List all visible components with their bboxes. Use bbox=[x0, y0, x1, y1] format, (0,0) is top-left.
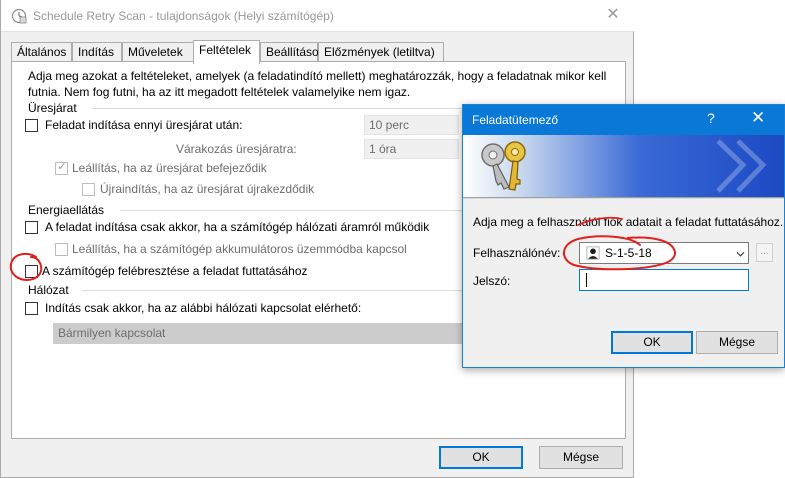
stop-if-not-idle-checkbox: ✓ bbox=[55, 161, 68, 175]
dialog-cancel-button[interactable]: Mégse bbox=[696, 331, 778, 354]
dialog-title-bar: Feladatütemező ? ✕ bbox=[463, 105, 784, 135]
start-if-idle-label: Feladat indítása ennyi üresjárat után: bbox=[45, 118, 243, 132]
wake-to-run-checkbox[interactable] bbox=[25, 265, 38, 278]
ok-button[interactable]: OK bbox=[439, 446, 523, 469]
tab-actions[interactable]: Műveletek bbox=[122, 42, 195, 62]
text-caret bbox=[586, 273, 587, 287]
intro-text-line2: futnia. Nem fog futni, ha az itt megadot… bbox=[28, 85, 411, 99]
checkmark-icon: ✓ bbox=[57, 161, 67, 173]
user-account-icon bbox=[586, 246, 600, 260]
tab-general[interactable]: Általános bbox=[11, 42, 72, 62]
dialog-close-button[interactable]: ✕ bbox=[751, 108, 765, 128]
start-if-network-checkbox[interactable] bbox=[25, 302, 38, 315]
intro-text-line1: Adja meg azokat a feltételeket, amelyek … bbox=[28, 69, 607, 83]
cancel-button[interactable]: Mégse bbox=[539, 446, 623, 469]
title-bar: Schedule Retry Scan - tulajdonságok (Hel… bbox=[1, 0, 635, 32]
dialog-separator bbox=[463, 197, 784, 199]
credentials-dialog: Feladatütemező ? ✕ Adja meg a felhasznál… bbox=[462, 104, 785, 368]
idle-duration-field: 10 perc bbox=[364, 115, 459, 135]
dialog-banner bbox=[463, 135, 784, 197]
network-group-label: Hálózat bbox=[28, 283, 69, 297]
ac-power-only-checkbox[interactable] bbox=[25, 221, 38, 234]
browse-users-button[interactable]: ... bbox=[756, 243, 773, 262]
restart-if-idle-checkbox bbox=[82, 183, 95, 196]
tab-conditions[interactable]: Feltételek bbox=[193, 40, 260, 64]
task-scheduler-icon bbox=[11, 8, 27, 24]
restart-if-idle-label: Újraindítás, ha az üresjárat újrakezdődi… bbox=[100, 182, 315, 196]
username-label: Felhasználónév: bbox=[473, 246, 561, 260]
dialog-ok-button[interactable]: OK bbox=[611, 331, 693, 354]
ac-power-only-label: A feladat indítása csak akkor, ha a szám… bbox=[45, 220, 430, 234]
stop-if-not-idle-label: Leállítás, ha az üresjárat befejeződik bbox=[72, 161, 267, 175]
dialog-help-button[interactable]: ? bbox=[707, 110, 715, 126]
idle-group-label: Üresjárat bbox=[28, 101, 77, 115]
password-label: Jelszó: bbox=[473, 274, 511, 288]
start-if-idle-checkbox[interactable] bbox=[25, 119, 38, 132]
dialog-prompt: Adja meg a felhasználói fiók adatait a f… bbox=[473, 215, 784, 229]
password-field[interactable] bbox=[579, 269, 749, 291]
window-title: Schedule Retry Scan - tulajdonságok (Hel… bbox=[33, 9, 334, 23]
username-value: S-1-5-18 bbox=[605, 246, 652, 260]
stop-on-battery-label: Leállítás, ha a számítógép akkumulátoros… bbox=[72, 242, 407, 256]
wake-to-run-label: A számítógép felébresztése a feladat fut… bbox=[42, 264, 308, 278]
window-close-button[interactable]: ✕ bbox=[601, 4, 625, 26]
wait-for-idle-field: 1 óra bbox=[364, 139, 459, 159]
keys-icon bbox=[481, 139, 767, 193]
stop-on-battery-checkbox bbox=[55, 243, 68, 256]
tab-history[interactable]: Előzmények (letiltva) bbox=[318, 42, 444, 62]
dialog-title: Feladatütemező bbox=[472, 113, 559, 127]
wait-for-idle-label: Várakozás üresjáratra: bbox=[176, 142, 297, 156]
start-if-network-label: Indítás csak akkor, ha az alábbi hálózat… bbox=[45, 301, 362, 315]
tab-triggers[interactable]: Indítás bbox=[72, 42, 122, 62]
username-field[interactable]: S-1-5-18 bbox=[579, 242, 749, 264]
power-group-label: Energiaellátás bbox=[28, 203, 105, 217]
chevron-down-icon bbox=[736, 251, 745, 257]
tab-settings[interactable]: Beállítások bbox=[260, 42, 325, 62]
